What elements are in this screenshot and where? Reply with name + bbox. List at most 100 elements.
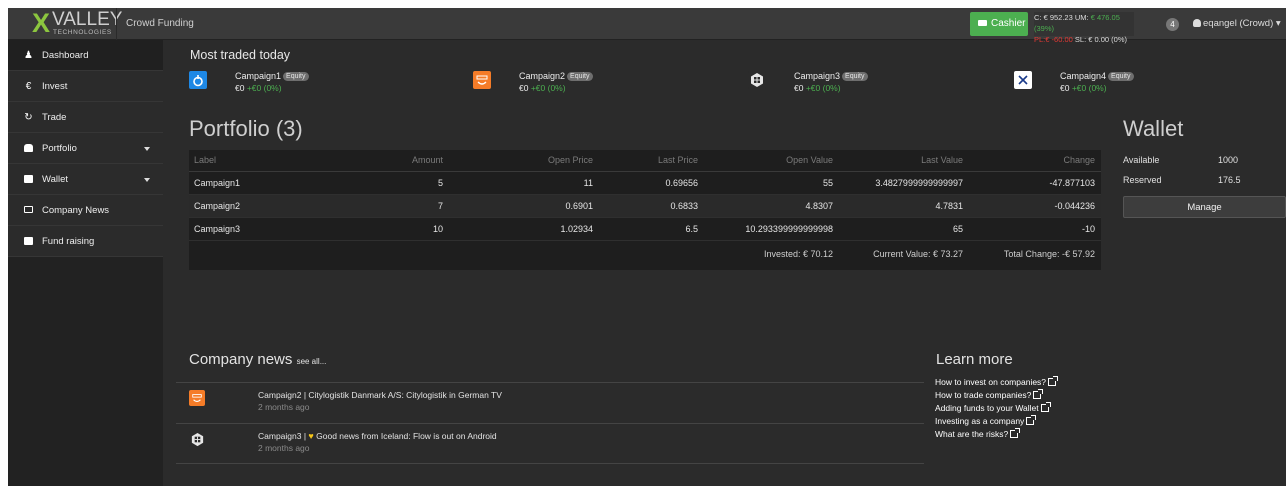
cashier-button[interactable]: Cashier [970, 12, 1028, 36]
sidebar-item-company-news[interactable]: Company News [8, 195, 163, 226]
brand-title[interactable]: Crowd Funding [126, 18, 194, 29]
money-icon [978, 20, 987, 26]
sidebar-item-trade[interactable]: ↻ Trade [8, 102, 163, 133]
learn-more-title: Learn more [936, 351, 1013, 368]
wallet-reserved-label: Reserved [1123, 175, 1162, 185]
equity-badge: Equity [1108, 72, 1134, 81]
learn-link-risks[interactable]: What are the risks? [935, 428, 1021, 439]
table-cell: 65 [839, 217, 969, 241]
news-timestamp: 2 months ago [258, 443, 310, 453]
table-cell: 7 [349, 194, 449, 218]
campaign3-logo-icon [189, 431, 205, 447]
xvalley-logo[interactable]: X VALLEY TECHNOLOGIES [32, 8, 122, 38]
campaign-change: +€0 (0%) [530, 83, 566, 93]
sidebar-item-fund-raising[interactable]: Fund raising [8, 226, 163, 257]
table-cell: 4.8307 [704, 194, 839, 218]
campaign4-logo-icon [1014, 71, 1032, 89]
table-cell: 0.6833 [599, 194, 704, 218]
table-header-row: Label Amount Open Price Last Price Open … [189, 150, 1101, 172]
sidebar-item-dashboard[interactable]: ♟ Dashboard [8, 40, 163, 71]
sidebar-item-label: Portfolio [42, 143, 77, 154]
news-text: Good news from Iceland: Flow is out on A… [316, 431, 497, 441]
learn-link-company[interactable]: Investing as a company [935, 415, 1037, 426]
company-news-heading: Company news [189, 351, 293, 368]
campaign-price: €0 [1060, 83, 1070, 93]
learn-link-invest[interactable]: How to invest on companies? [935, 376, 1059, 387]
sidebar-item-label: Company News [42, 205, 110, 216]
euro-icon: € [25, 81, 32, 92]
portfolio-title: Portfolio (3) [189, 116, 303, 141]
table-row[interactable]: Campaign3 10 1.02934 6.5 10.293399999999… [189, 217, 1101, 241]
column-header[interactable]: Change [969, 150, 1101, 172]
table-row[interactable]: Campaign1 5 11 0.69656 55 3.482799999999… [189, 171, 1101, 195]
current-value-total: Current Value: € 73.27 [873, 249, 963, 260]
external-link-icon [1040, 402, 1051, 412]
table-row[interactable]: Campaign2 7 0.6901 0.6833 4.8307 4.7831 … [189, 194, 1101, 218]
table-cell: 3.4827999999999997 [839, 171, 969, 195]
wallet-available-label: Available [1123, 155, 1160, 165]
campaign3-logo-icon [748, 71, 766, 89]
table-cell: Campaign2 [189, 194, 349, 218]
campaign2-logo-icon [473, 71, 491, 89]
caret-down-icon [144, 178, 150, 182]
heart-icon: ♥ [308, 431, 314, 441]
column-header[interactable]: Label [189, 150, 349, 172]
column-header[interactable]: Last Price [599, 150, 704, 172]
table-cell: Campaign3 [189, 217, 349, 241]
most-traded-title: Most traded today [190, 48, 291, 62]
table-cell: Campaign1 [189, 171, 349, 195]
campaign-price: €0 [519, 83, 529, 93]
table-cell: -10 [969, 217, 1101, 241]
user-icon: ♟ [24, 50, 33, 61]
table-cell: 11 [449, 171, 599, 195]
total-change: Total Change: -€ 57.92 [1003, 249, 1095, 260]
table-cell: 0.69656 [599, 171, 704, 195]
column-header[interactable]: Amount [349, 150, 449, 172]
table-cell: 55 [704, 171, 839, 195]
app-window: X VALLEY TECHNOLOGIES Crowd Funding Cash… [8, 8, 1286, 486]
table-cell: 10 [349, 217, 449, 241]
campaign-name: Campaign4 [1060, 71, 1107, 81]
table-cell: 5 [349, 171, 449, 195]
notification-badge[interactable]: 4 [1166, 18, 1179, 31]
table-cell: -47.877103 [969, 171, 1101, 195]
user-label: eqangel (Crowd) [1203, 18, 1274, 29]
news-timestamp: 2 months ago [258, 402, 310, 412]
column-header[interactable]: Last Value [839, 150, 969, 172]
campaign-change: +€0 (0%) [246, 83, 282, 93]
company-news-title: Company news see all... [189, 351, 326, 368]
main-content: Most traded today Campaign1 Equity €0 +€0… [163, 40, 1286, 486]
sidebar-item-wallet[interactable]: Wallet [8, 164, 163, 195]
news-prefix: Campaign3 | [258, 431, 307, 441]
balance-cash: C: € 952.23 UM: [1034, 13, 1089, 22]
table-cell: 0.6901 [449, 194, 599, 218]
external-link-icon [1033, 389, 1044, 399]
wallet-title: Wallet [1123, 116, 1184, 141]
refresh-icon: ↻ [24, 112, 33, 123]
news-headline[interactable]: Campaign3 | ♥ Good news from Iceland: Fl… [258, 431, 497, 441]
wallet-available-row: Available 1000 [1123, 155, 1238, 165]
logo-mark: X [32, 8, 50, 38]
news-item[interactable]: Campaign3 | ♥ Good news from Iceland: Fl… [176, 423, 924, 464]
sidebar-item-label: Dashboard [42, 50, 89, 61]
table-cell: 6.5 [599, 217, 704, 241]
campaign-name: Campaign1 [235, 71, 282, 81]
sidebar-item-portfolio[interactable]: Portfolio [8, 133, 163, 164]
manage-wallet-button[interactable]: Manage [1123, 196, 1286, 218]
user-menu[interactable]: eqangel (Crowd) ▾ [1193, 18, 1281, 29]
newspaper-icon [24, 206, 33, 215]
external-link-icon [1026, 415, 1037, 425]
sidebar-item-label: Wallet [42, 174, 69, 185]
equity-badge: Equity [283, 72, 309, 81]
news-headline[interactable]: Campaign2 | Citylogistik Danmark A/S: Ci… [258, 390, 502, 400]
learn-link-trade[interactable]: How to trade companies? [935, 389, 1044, 400]
see-all-link[interactable]: see all... [297, 357, 327, 366]
column-header[interactable]: Open Price [449, 150, 599, 172]
learn-link-funds[interactable]: Adding funds to your Wallet [935, 402, 1051, 413]
sidebar-item-invest[interactable]: € Invest [8, 71, 163, 102]
column-header[interactable]: Open Value [704, 150, 839, 172]
caret-down-icon [144, 147, 150, 151]
campaign-change: +€0 (0%) [1071, 83, 1107, 93]
divider [116, 8, 117, 40]
news-item[interactable]: Campaign2 | Citylogistik Danmark A/S: Ci… [176, 382, 924, 423]
